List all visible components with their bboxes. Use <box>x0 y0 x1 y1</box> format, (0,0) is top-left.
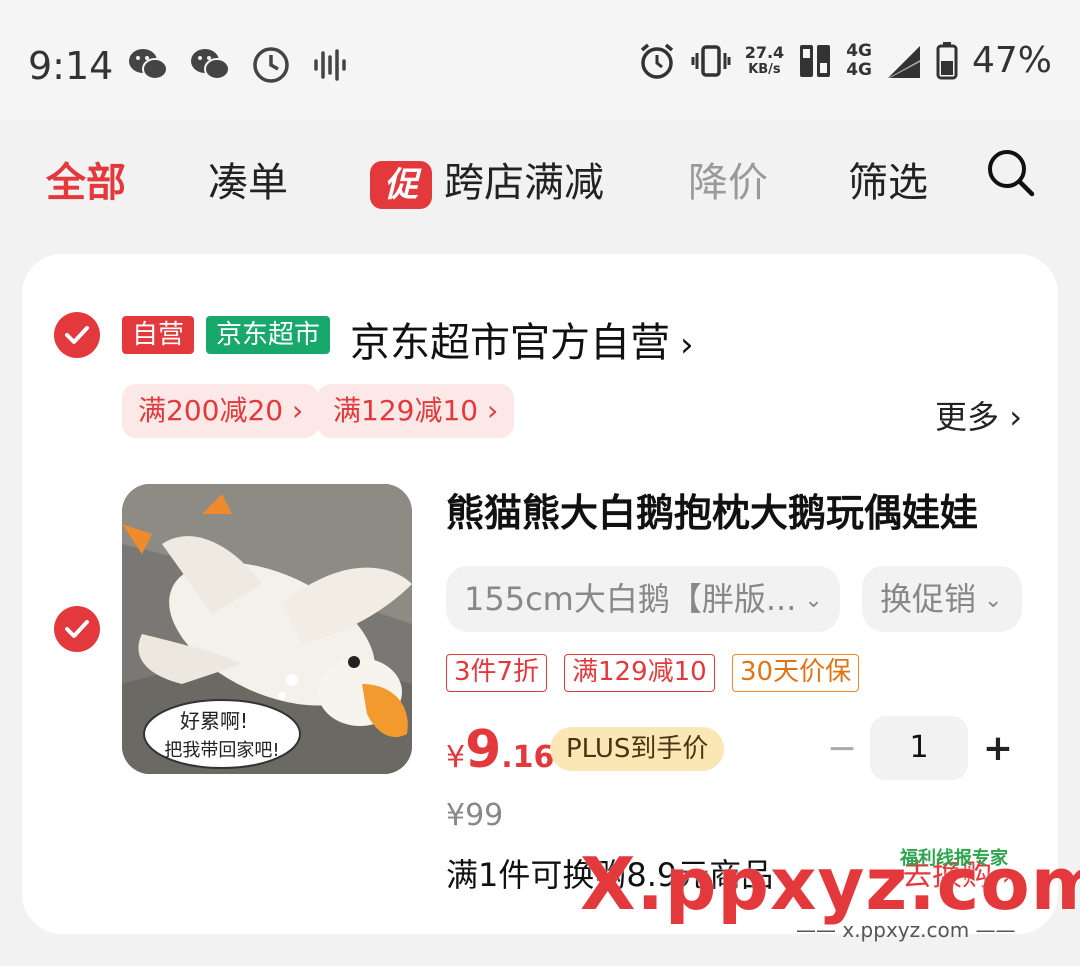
tab-cross-store-discount[interactable]: 促跨店满减 <box>370 150 604 209</box>
cart-shop-card: 自营 京东超市 京东超市官方自营 › 满200减20 › 满129减10 › 更多… <box>22 254 1058 934</box>
wechat-icon <box>191 49 230 80</box>
promo-tag: 满129减10 <box>564 654 715 692</box>
more-coupons-link[interactable]: 更多 › <box>935 392 1022 438</box>
vibrate-icon <box>691 44 731 77</box>
alarm-icon <box>640 43 673 79</box>
check-icon <box>65 326 89 344</box>
price-integer: 9 <box>465 720 502 780</box>
price-decimal: .16 <box>501 740 555 775</box>
notification-icons <box>128 46 348 84</box>
product-image[interactable]: 好累啊! 把我带回家吧! <box>122 484 412 774</box>
jd-supermarket-tag: 京东超市 <box>206 316 331 354</box>
tab-cross-store-label: 跨店满减 <box>444 160 604 206</box>
quantity-input[interactable]: 1 <box>870 716 968 780</box>
shop-coupon[interactable]: 满129减10 › <box>317 384 515 438</box>
system-icons: 27.4 KB/s 4G 4G 47% <box>637 40 1052 81</box>
network-speed-unit: KB/s <box>748 61 781 77</box>
promo-badge: 促 <box>370 161 432 209</box>
clock-icon <box>253 47 289 83</box>
price-currency: ¥ <box>446 740 466 775</box>
chevron-right-icon: › <box>999 398 1022 436</box>
network-speed: 27.4 KB/s <box>745 44 784 78</box>
spec-selector[interactable]: 155cm大白鹅【胖版... ⌄ <box>446 566 840 632</box>
shop-name: 京东超市官方自营 <box>350 320 670 366</box>
price-protect-tag: 30天价保 <box>732 654 860 692</box>
tab-add-on[interactable]: 凑单 <box>208 150 288 208</box>
battery-percent: 47% <box>971 40 1052 81</box>
shop-coupon[interactable]: 满200减20 › <box>122 384 320 438</box>
change-promotion-label: 换促销 <box>880 580 977 618</box>
network-type: 4G 4G <box>846 40 872 80</box>
chevron-down-icon: ⌄ <box>804 588 823 613</box>
original-price: ¥99 <box>446 798 504 833</box>
product-select-checkbox[interactable] <box>54 606 100 652</box>
tab-all[interactable]: 全部 <box>46 150 126 208</box>
svg-text:好累啊!: 好累啊! <box>180 709 248 733</box>
shop-coupon-label: 满129减10 <box>333 394 479 427</box>
more-label: 更多 <box>935 398 1000 436</box>
battery-icon <box>936 41 958 79</box>
spec-value: 155cm大白鹅【胖版... <box>464 580 797 618</box>
promo-tag: 3件7折 <box>446 654 548 692</box>
tab-filter[interactable]: 筛选 <box>848 150 928 208</box>
status-time: 9:14 <box>28 44 114 88</box>
change-promotion-selector[interactable]: 换促销 ⌄ <box>862 566 1022 632</box>
network-speed-value: 27.4 <box>744 42 785 62</box>
check-icon <box>65 620 89 638</box>
status-bar: 9:14 27.4 KB/s 4G 4G 47% <box>0 0 1080 120</box>
sound-wave-icon <box>314 49 346 81</box>
watermark-brand: X.ppxyz.com <box>580 842 1080 926</box>
tab-price-drop[interactable]: 降价 <box>688 150 768 208</box>
wechat-icon <box>129 49 168 80</box>
signal-icon <box>887 45 920 79</box>
chevron-down-icon: ⌄ <box>984 588 1003 613</box>
network-type-1: 4G <box>846 40 872 61</box>
quantity-increase-button[interactable]: + <box>978 724 1018 774</box>
product-price: ¥9.16 <box>446 720 554 780</box>
quantity-decrease-button[interactable]: − <box>822 724 862 774</box>
plus-price-badge[interactable]: PLUS到手价 <box>550 727 725 771</box>
shop-select-checkbox[interactable] <box>54 312 100 358</box>
search-icon[interactable] <box>986 148 1036 198</box>
watermark-url: —— x.ppxyz.com —— <box>796 918 1016 942</box>
svg-text:把我带回家吧!: 把我带回家吧! <box>164 740 279 761</box>
chevron-right-icon: › <box>680 325 694 365</box>
chevron-right-icon: › <box>283 394 304 427</box>
network-type-2: 4G <box>846 59 872 80</box>
shop-coupon-label: 满200减20 <box>138 394 284 427</box>
goose-plush-illustration: 好累啊! 把我带回家吧! <box>122 484 412 774</box>
chevron-right-icon: › <box>478 394 499 427</box>
dual-sim-icon <box>800 44 831 77</box>
shop-name-link[interactable]: 京东超市官方自营 › <box>350 310 694 368</box>
filter-tab-bar: 全部 凑单 促跨店满减 降价 筛选 <box>0 120 1080 230</box>
self-operated-tag: 自营 <box>122 316 195 354</box>
product-title[interactable]: 熊猫熊大白鹅抱枕大鹅玩偶娃娃 <box>446 482 978 537</box>
